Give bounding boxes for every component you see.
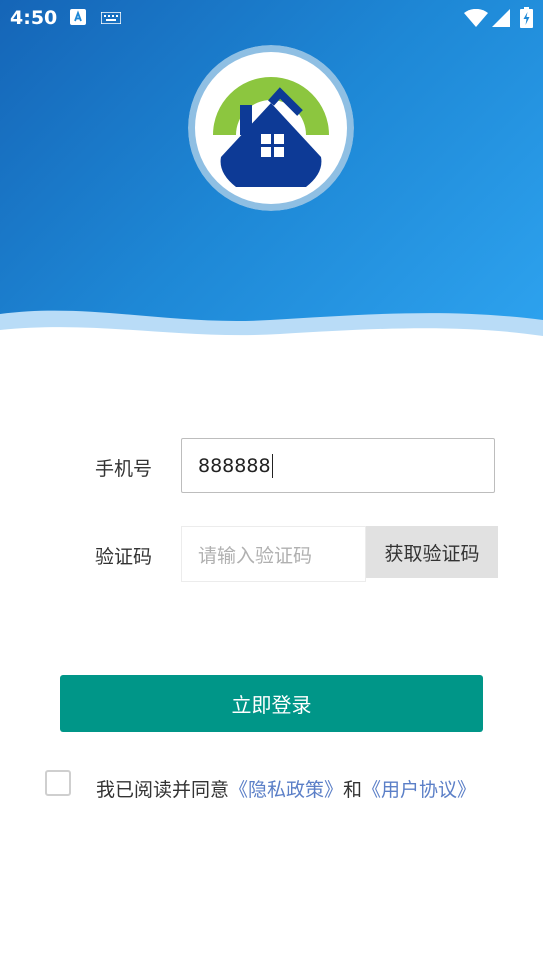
agreement-conjunction: 和 — [343, 779, 363, 801]
a11y-icon — [70, 9, 86, 25]
code-label: 验证码 — [95, 546, 153, 568]
header-wave — [0, 310, 543, 360]
privacy-policy-link[interactable]: 《隐私政策》 — [229, 779, 343, 801]
phone-input[interactable]: 888888 — [181, 438, 495, 493]
user-agreement-link[interactable]: 《用户协议》 — [362, 779, 476, 801]
phone-input-value: 888888 — [198, 454, 271, 477]
agreement-text: 我已阅读并同意《隐私政策》和《用户协议》 — [96, 764, 481, 817]
get-code-button[interactable]: 获取验证码 — [366, 526, 498, 578]
agreement-prefix: 我已阅读并同意 — [96, 779, 230, 801]
code-input-placeholder: 请输入验证码 — [198, 544, 313, 567]
verification-code-input[interactable]: 请输入验证码 — [181, 526, 366, 582]
signal-icon — [492, 9, 510, 27]
text-cursor — [271, 453, 274, 478]
phone-label: 手机号 — [95, 458, 153, 480]
agree-checkbox[interactable] — [45, 770, 71, 796]
status-time: 4:50 — [10, 7, 58, 29]
login-button[interactable]: 立即登录 — [60, 675, 483, 732]
app-logo — [188, 45, 354, 211]
keyboard-icon — [101, 12, 121, 24]
wifi-icon — [464, 9, 488, 27]
battery-icon — [520, 7, 533, 28]
status-bar: 4:50 — [0, 0, 543, 36]
